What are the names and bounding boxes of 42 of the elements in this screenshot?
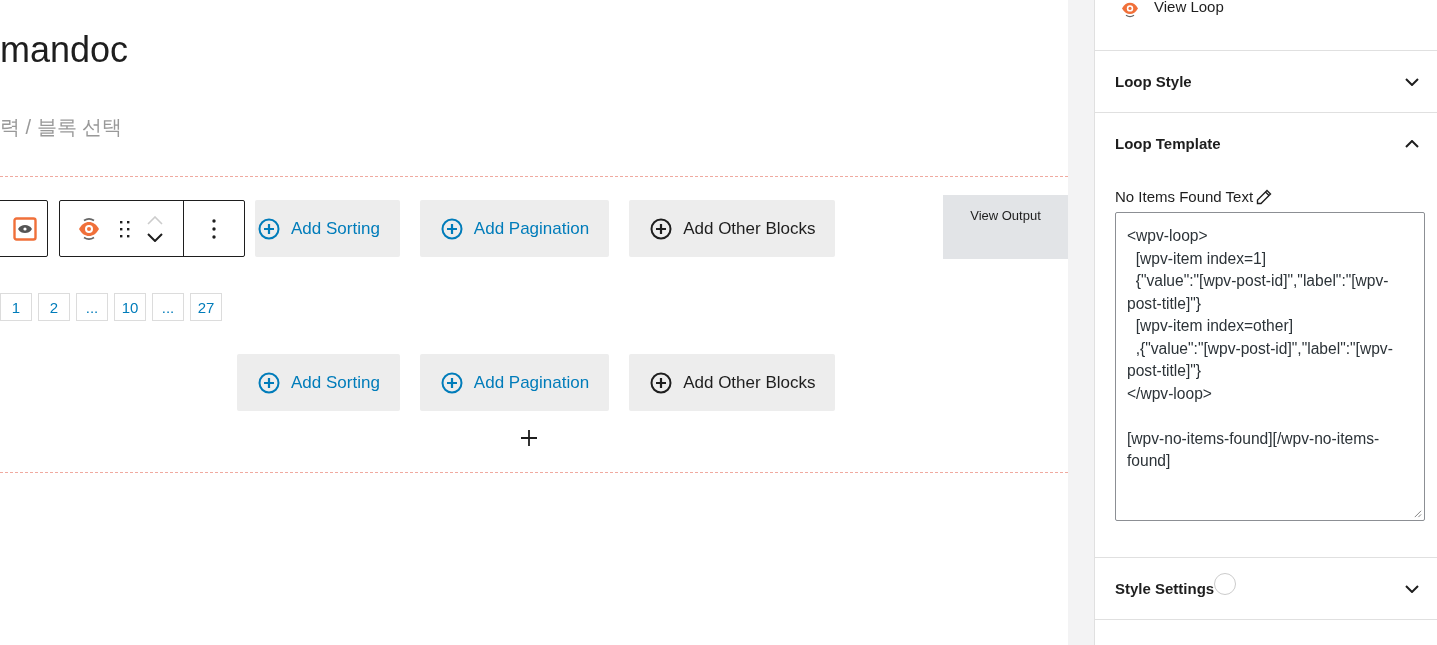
page-link[interactable]: 1 bbox=[0, 293, 32, 321]
add-block-icon bbox=[520, 429, 538, 447]
drag-handle-icon bbox=[119, 219, 131, 238]
chevron-down-icon bbox=[147, 232, 163, 242]
add-block-button[interactable]: Add Sorting bbox=[255, 200, 400, 257]
resize-grip-icon bbox=[1413, 509, 1422, 518]
page-link[interactable]: 2 bbox=[38, 293, 70, 321]
pencil-icon bbox=[1256, 188, 1273, 205]
page-link[interactable]: ... bbox=[76, 293, 108, 321]
plus-circle-icon bbox=[257, 370, 281, 395]
panel-header[interactable]: Loop Template bbox=[1095, 113, 1437, 174]
more-vertical-icon bbox=[212, 218, 216, 239]
template-textarea[interactable]: <wpv-loop> [wpv-item index=1] {"value":"[wpv-post-id]","label":"[wpv-post-title]"} [wpv-item index=other] ,{"value":"[wpv-post-id]","label":"[wpv-post-title]"} </wpv-loop> [wpv-no-items-found][/wpv-no-items-found] bbox=[1115, 212, 1425, 521]
chevron-down-icon bbox=[1405, 584, 1419, 593]
chevron-down-icon bbox=[1405, 77, 1419, 86]
panel-header[interactable]: Loop Style bbox=[1095, 51, 1437, 112]
field-label: No Items Found Text bbox=[1115, 188, 1254, 205]
view-output-button[interactable]: View Output bbox=[943, 195, 1068, 259]
add-block-button[interactable]: Add Other Blocks bbox=[629, 200, 836, 257]
eye-loop-icon bbox=[1119, 2, 1141, 18]
add-block-button[interactable]: Add Pagination bbox=[419, 354, 610, 411]
post-title[interactable]: mandoc bbox=[0, 28, 129, 72]
plus-circle-icon bbox=[439, 216, 464, 241]
chevron-up-icon bbox=[1405, 139, 1419, 148]
block-placeholder[interactable]: 력 / 블록 선택 bbox=[0, 114, 123, 141]
chevron-up-icon bbox=[147, 215, 163, 225]
eye-loop-icon bbox=[77, 216, 101, 241]
plus-circle-icon bbox=[257, 216, 281, 241]
view-loop-label: View Loop bbox=[1154, 0, 1224, 15]
plus-circle-icon bbox=[439, 370, 464, 395]
panel-header[interactable]: Style Settings bbox=[1095, 558, 1437, 619]
eye-icon bbox=[13, 216, 37, 241]
add-block-button[interactable]: Add Pagination bbox=[419, 200, 610, 257]
page-link[interactable]: 27 bbox=[190, 293, 222, 321]
plus-circle-icon bbox=[649, 216, 674, 241]
page-link[interactable]: ... bbox=[152, 293, 184, 321]
move-down-button[interactable] bbox=[147, 232, 163, 242]
move-up-button[interactable] bbox=[147, 215, 163, 225]
add-block-button[interactable]: Add Other Blocks bbox=[629, 354, 836, 411]
page-link[interactable]: 10 bbox=[114, 293, 146, 321]
plus-circle-icon bbox=[649, 370, 674, 395]
add-block-button[interactable]: Add Sorting bbox=[237, 354, 400, 411]
